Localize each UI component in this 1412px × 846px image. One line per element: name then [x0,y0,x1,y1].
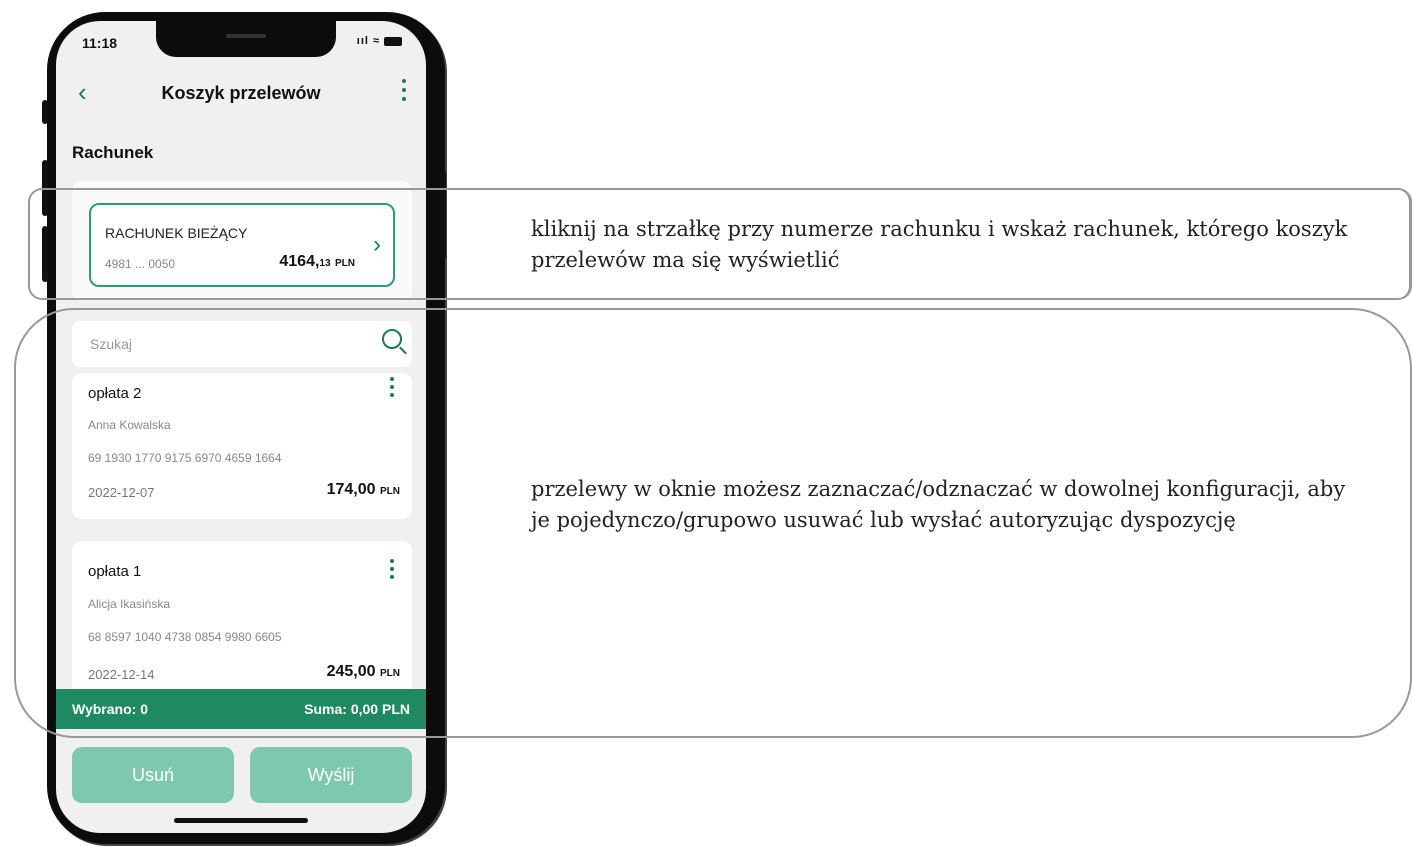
account-hint-text: kliknij na strzałkę przy numerze rachunk… [531,217,1348,272]
transfers-hint-text: przelewy w oknie możesz zaznaczać/odznac… [531,477,1346,532]
app-header: ‹ Koszyk przelewów [56,71,426,115]
phone-side-button [42,100,48,124]
delete-button[interactable]: Usuń [72,747,234,803]
status-icons: ııl ≈ [357,35,402,47]
home-indicator[interactable] [174,818,308,823]
signal-icon: ııl [356,35,369,47]
page-title: Koszyk przelewów [161,83,321,103]
status-time: 11:18 [82,35,118,51]
send-button[interactable]: Wyślij [250,747,412,803]
wifi-icon: ≈ [372,35,380,47]
status-bar: 11:18 ııl ≈ [56,35,426,55]
battery-icon [384,36,402,46]
section-label-account: Rachunek [72,143,154,162]
more-menu-icon[interactable] [402,79,408,101]
